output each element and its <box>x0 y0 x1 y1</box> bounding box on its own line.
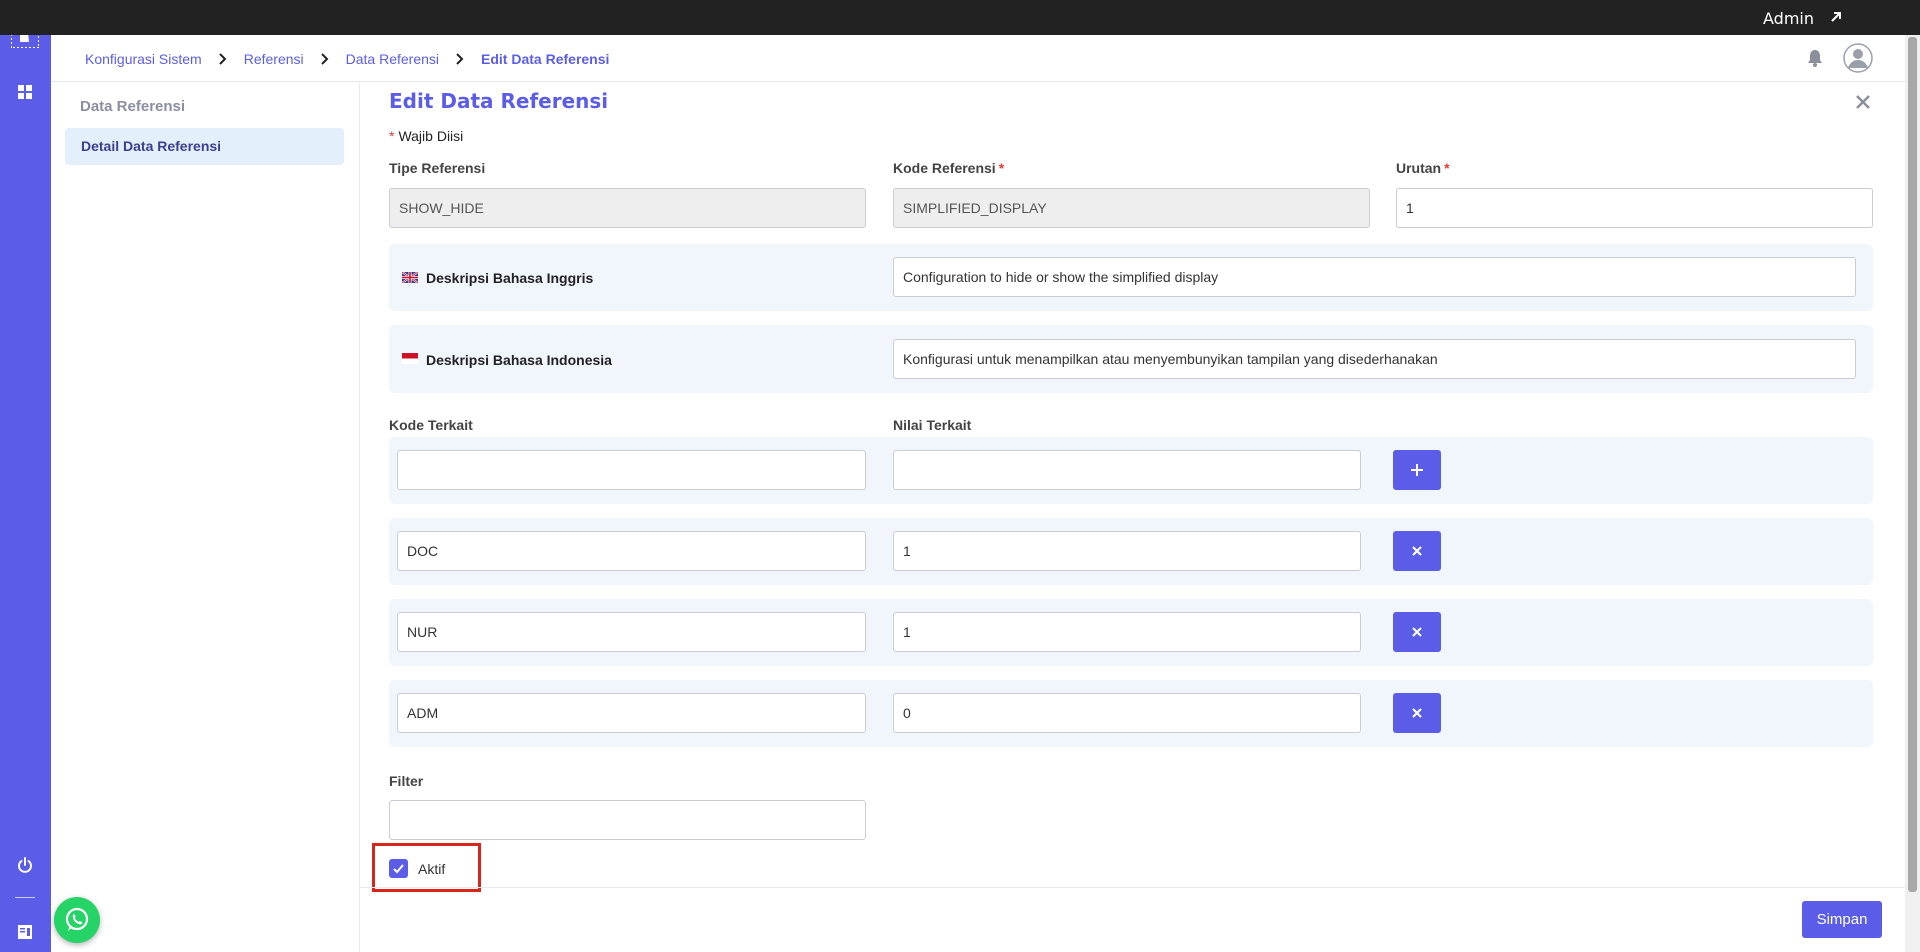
bell-icon[interactable] <box>1805 48 1825 68</box>
desc-en-label: Deskripsi Bahasa Inggris <box>426 270 594 286</box>
vertical-scrollbar[interactable] <box>1905 35 1920 952</box>
desc-en-field[interactable]: Configuration to hide or show the simpli… <box>893 257 1856 297</box>
remove-row-button[interactable] <box>1393 531 1441 571</box>
external-link-icon[interactable] <box>1828 9 1844 25</box>
footer-divider <box>360 887 1905 888</box>
kode-terkait-label: Kode Terkait <box>389 417 473 433</box>
uk-flag-icon <box>402 272 418 283</box>
related-row <box>389 437 1873 504</box>
required-note-text: Wajib Diisi <box>398 128 464 144</box>
page-title: Edit Data Referensi <box>389 89 609 113</box>
check-icon <box>393 864 404 874</box>
filter-input[interactable] <box>389 800 866 840</box>
close-icon <box>1412 708 1422 718</box>
kode-referensi-label: Kode Referensi * <box>893 160 1005 176</box>
required-note: * Wajib Diisi <box>389 128 464 144</box>
breadcrumb: Konfigurasi Sistem Referensi Data Refere… <box>85 35 609 82</box>
remove-row-button[interactable] <box>1393 612 1441 652</box>
filter-label: Filter <box>389 773 424 789</box>
left-rail <box>0 0 51 952</box>
whatsapp-button[interactable] <box>54 897 100 943</box>
urutan-label: Urutan * <box>1396 160 1450 176</box>
indonesia-flag-icon <box>402 353 418 364</box>
aktif-checkbox[interactable] <box>389 859 408 878</box>
power-icon[interactable] <box>17 857 33 873</box>
top-bar: Admin <box>0 0 1920 35</box>
kode-terkait-input[interactable] <box>397 450 866 490</box>
rail-divider <box>15 897 35 898</box>
related-row: NUR 1 <box>389 599 1873 666</box>
dashboard-grid-icon[interactable] <box>18 85 32 99</box>
close-icon <box>1412 627 1422 637</box>
close-icon[interactable] <box>1854 93 1872 111</box>
close-icon <box>1412 546 1422 556</box>
nilai-terkait-input[interactable]: 1 <box>893 531 1361 571</box>
save-button[interactable]: Simpan <box>1802 901 1882 938</box>
scrollbar-thumb[interactable] <box>1908 37 1917 892</box>
nilai-terkait-label: Nilai Terkait <box>893 417 972 433</box>
related-row: ADM 0 <box>389 680 1873 747</box>
desc-en-band: Deskripsi Bahasa Inggris Configuration t… <box>389 244 1873 311</box>
kode-referensi-field: SIMPLIFIED_DISPLAY <box>893 188 1370 228</box>
desc-id-band: Deskripsi Bahasa Indonesia Konfigurasi u… <box>389 325 1873 393</box>
nilai-terkait-input[interactable] <box>893 450 1361 490</box>
desc-id-label: Deskripsi Bahasa Indonesia <box>426 352 612 368</box>
tipe-referensi-field: SHOW_HIDE <box>389 188 866 228</box>
side-panel: Data Referensi Detail Data Referensi <box>51 83 360 952</box>
sidebar-item-detail-data-referensi[interactable]: Detail Data Referensi <box>65 128 344 165</box>
chevron-right-icon <box>456 52 464 65</box>
desc-id-field[interactable]: Konfigurasi untuk menampilkan atau menye… <box>893 339 1856 379</box>
nilai-terkait-input[interactable]: 1 <box>893 612 1361 652</box>
kode-terkait-input[interactable]: ADM <box>397 693 866 733</box>
kode-terkait-input[interactable]: DOC <box>397 531 866 571</box>
kode-terkait-input[interactable]: NUR <box>397 612 866 652</box>
id-card-icon[interactable] <box>18 925 32 939</box>
breadcrumb-header: Konfigurasi Sistem Referensi Data Refere… <box>51 35 1905 82</box>
edit-form: Edit Data Referensi * Wajib Diisi Tipe Re… <box>360 83 1905 952</box>
related-row: DOC 1 <box>389 518 1873 585</box>
aktif-label[interactable]: Aktif <box>418 861 445 877</box>
remove-row-button[interactable] <box>1393 693 1441 733</box>
chevron-right-icon <box>219 52 227 65</box>
chevron-right-icon <box>320 52 329 65</box>
plus-icon <box>1411 464 1423 476</box>
nilai-terkait-input[interactable]: 0 <box>893 693 1361 733</box>
breadcrumb-referensi[interactable]: Referensi <box>244 51 304 67</box>
breadcrumb-current: Edit Data Referensi <box>481 50 610 67</box>
urutan-field[interactable]: 1 <box>1396 188 1873 228</box>
whatsapp-icon <box>65 907 89 931</box>
avatar[interactable] <box>1843 43 1873 73</box>
breadcrumb-data-referensi[interactable]: Data Referensi <box>346 51 439 67</box>
breadcrumb-konfigurasi-sistem[interactable]: Konfigurasi Sistem <box>85 51 202 67</box>
user-menu-label[interactable]: Admin <box>1763 0 1814 35</box>
add-row-button[interactable] <box>1393 450 1441 490</box>
tipe-referensi-label: Tipe Referensi <box>389 160 486 176</box>
side-panel-section-title: Data Referensi <box>80 98 186 115</box>
